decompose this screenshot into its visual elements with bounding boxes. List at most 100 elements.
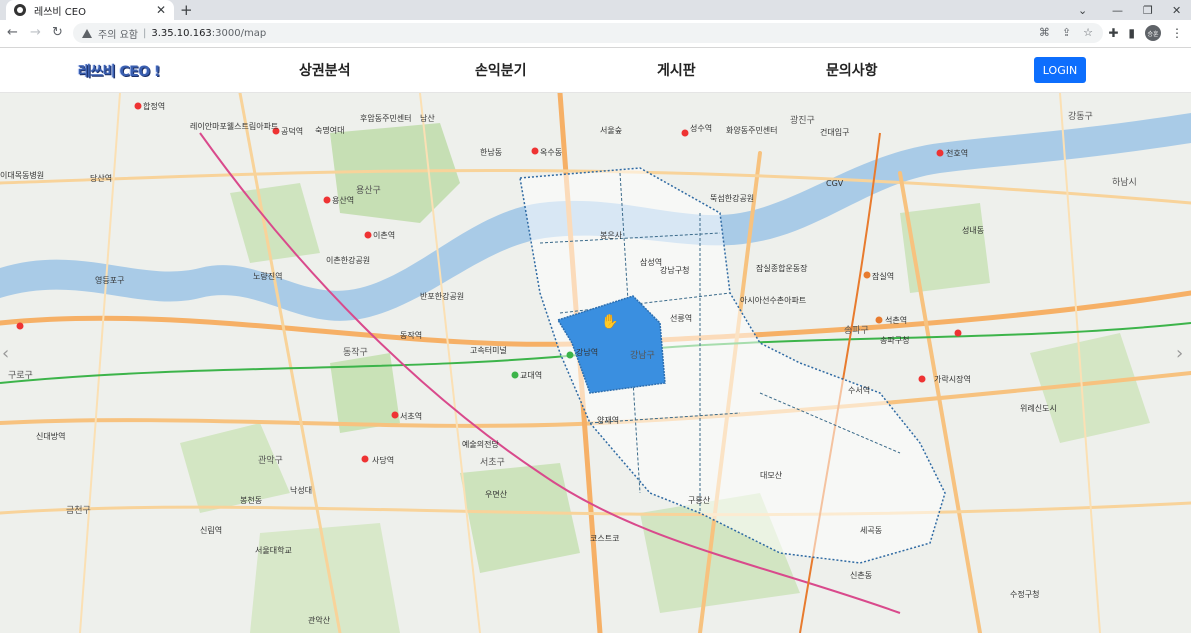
map-label: 삼성역	[640, 257, 662, 267]
map-label: 서울대학교	[255, 545, 292, 555]
map-label: 송파구청	[880, 336, 909, 345]
translate-icon[interactable]: ⌘	[1039, 26, 1050, 39]
new-tab-icon[interactable]: +	[180, 2, 193, 18]
map-label: 관악산	[308, 615, 331, 625]
nav-board[interactable]: 게시판	[657, 60, 696, 80]
url-host: 3.35.10.163	[151, 27, 212, 39]
map-label: 성내동	[962, 226, 984, 235]
map-label: 옥수동	[540, 148, 562, 157]
nav-market-analysis[interactable]: 상권분석	[299, 60, 351, 80]
globe-icon	[14, 4, 26, 16]
browser-toolbar: ← → ↻ 주의 요함 | 3.35.10.163 :3000/map ⌘ ⇪ …	[0, 20, 1191, 48]
map-label: 건대입구	[820, 127, 849, 137]
map-label: 뚝섬한강공원	[710, 193, 754, 203]
map-label: 성수역	[690, 123, 712, 133]
tab-search-icon[interactable]: ⌄	[1078, 0, 1087, 20]
map-label: 위례신도시	[1020, 403, 1057, 413]
map-label: 선릉역	[670, 313, 692, 323]
nav-break-even[interactable]: 손익분기	[475, 60, 527, 80]
prev-arrow-icon[interactable]: ‹	[2, 343, 9, 364]
menu-icon[interactable]: ⋮	[1171, 26, 1183, 40]
map-label: 사당역	[372, 455, 394, 465]
map-label: 이촌역	[373, 230, 395, 240]
close-tab-icon[interactable]: ✕	[156, 4, 166, 16]
map-label: 하남시	[1112, 177, 1137, 188]
forward-icon[interactable]: →	[30, 25, 41, 41]
map-label: 신림역	[200, 525, 222, 535]
map-label: 용산역	[332, 195, 354, 205]
map-label: 잠실역	[872, 271, 894, 281]
map-label: 후암동주민센터	[360, 113, 412, 123]
reload-icon[interactable]: ↻	[52, 25, 63, 41]
map-label: 숙명여대	[315, 125, 344, 135]
restore-icon[interactable]: ❐	[1143, 0, 1153, 20]
address-bar[interactable]: 주의 요함 | 3.35.10.163 :3000/map ⌘ ⇪ ☆	[73, 23, 1103, 43]
avatar[interactable]: 승훈	[1145, 25, 1161, 41]
login-button[interactable]: LOGIN	[1034, 57, 1086, 83]
map-label: 석촌역	[885, 315, 907, 325]
map-label: 코스트코	[590, 534, 619, 543]
map-label: 동작구	[343, 347, 368, 358]
map-label: 봉천동	[240, 495, 262, 505]
map-label: 송파구	[844, 325, 869, 336]
map-label: 예술의전당	[462, 439, 499, 449]
map-label: 봉은사	[600, 231, 623, 240]
security-label[interactable]: 주의 요함	[98, 26, 138, 41]
map-label: 노량진역	[253, 271, 282, 281]
map-label: 서울숲	[600, 126, 622, 135]
map-label: 강남역	[576, 347, 598, 357]
map-label: 양재역	[597, 415, 619, 425]
map-label: 천호역	[946, 148, 968, 158]
map-label: 강남구	[630, 350, 655, 361]
bookmark-star-icon[interactable]: ☆	[1083, 26, 1093, 39]
map-label: 강남구청	[660, 265, 689, 275]
map-label: 반포한강공원	[420, 291, 464, 301]
map-label: 동작역	[400, 330, 422, 340]
map-label: 금천구	[66, 505, 91, 516]
map-label: 공덕역	[281, 126, 303, 136]
map-label: 이대목동병원	[0, 170, 44, 180]
map-label: 가락시장역	[934, 374, 971, 384]
minimize-icon[interactable]: —	[1112, 0, 1123, 20]
map-label: CGV	[826, 179, 844, 188]
browser-tab[interactable]: 레쓰비 CEO ✕	[6, 0, 174, 20]
map-label: 영등포구	[95, 275, 124, 285]
extensions-icon[interactable]: ✚	[1108, 26, 1118, 40]
map-label: 관악구	[258, 454, 283, 466]
map-canvas[interactable]: 합정역 레이안마포웰스트림아파트 공덕역 후암동주민센터 남산 용산구 용산역 …	[0, 93, 1191, 633]
map-label: 합정역	[143, 101, 165, 111]
window-close-icon[interactable]: ✕	[1172, 0, 1181, 20]
map-label: 구룡산	[688, 495, 711, 505]
map-label: 구로구	[8, 370, 33, 381]
map-label: 신촌동	[850, 571, 872, 580]
site-logo[interactable]: 레쓰비 CEO !	[78, 61, 161, 81]
map-label: 한남동	[480, 148, 502, 157]
share-icon[interactable]: ⇪	[1062, 26, 1071, 39]
map-label: 잠실종합운동장	[756, 263, 808, 273]
map-label: 광진구	[790, 114, 815, 126]
map-label: 우면산	[485, 489, 508, 499]
back-icon[interactable]: ←	[7, 25, 18, 41]
hand-cursor-icon: ✋	[601, 314, 619, 330]
map-label: 남산	[420, 113, 435, 123]
map-label: 수정구청	[1010, 589, 1039, 599]
map-label: 강동구	[1068, 111, 1093, 122]
url-path: :3000/map	[211, 27, 267, 39]
map-label: 용산구	[356, 185, 381, 196]
map-label: 수서역	[848, 385, 870, 395]
map-label: 신대방역	[36, 431, 65, 441]
map-label: 세곡동	[860, 526, 882, 535]
map-label: 서초구	[480, 457, 505, 468]
url-separator: |	[142, 27, 147, 39]
map-view[interactable]: 합정역 레이안마포웰스트림아파트 공덕역 후암동주민센터 남산 용산구 용산역 …	[0, 93, 1191, 633]
map-label: 낙성대	[290, 485, 312, 495]
map-label: 대모산	[760, 470, 783, 480]
next-arrow-icon[interactable]: ›	[1176, 343, 1183, 364]
map-label: 아시아선수촌아파트	[740, 295, 806, 305]
browser-tabstrip: 레쓰비 CEO ✕ + ⌄ — ❐ ✕	[0, 0, 1191, 20]
warning-icon	[82, 28, 92, 38]
map-label: 레이안마포웰스트림아파트	[190, 121, 278, 131]
sidepanel-icon[interactable]: ▮	[1128, 26, 1135, 40]
nav-inquiry[interactable]: 문의사항	[826, 60, 878, 80]
tab-title: 레쓰비 CEO	[34, 6, 86, 18]
